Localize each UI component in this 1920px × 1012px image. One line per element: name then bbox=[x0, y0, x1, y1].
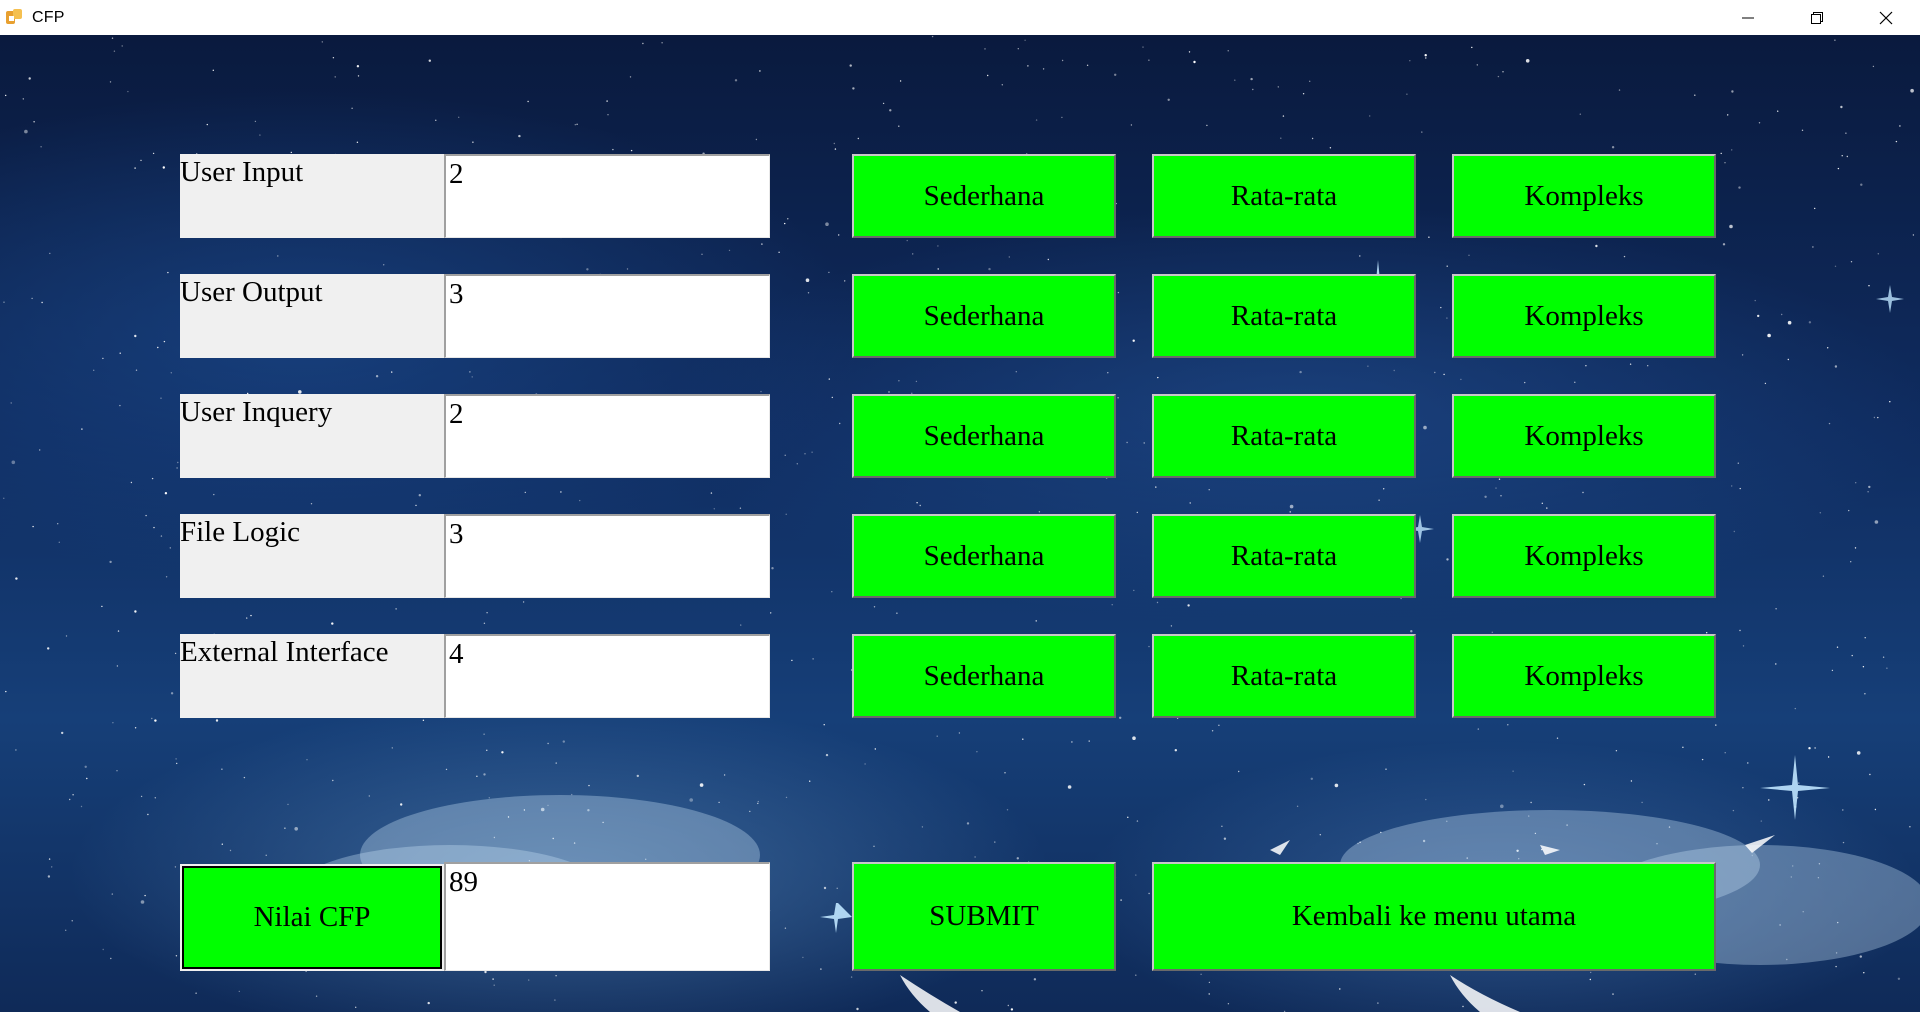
label-external-interface: External Interface bbox=[180, 634, 444, 718]
minimize-icon bbox=[1741, 17, 1754, 18]
label-user-inquery: User Inquery bbox=[180, 394, 444, 478]
submit-button[interactable]: SUBMIT bbox=[852, 862, 1116, 971]
minimize-button[interactable] bbox=[1713, 0, 1782, 35]
app-icon bbox=[4, 7, 26, 29]
app-window: CFP User Input 2 Sederhana Rata-rata Kom… bbox=[0, 0, 1920, 1012]
external-interface-complex-button[interactable]: Kompleks bbox=[1452, 634, 1716, 718]
file-logic-field[interactable]: 3 bbox=[444, 514, 770, 598]
user-output-simple-button[interactable]: Sederhana bbox=[852, 274, 1116, 358]
label-file-logic: File Logic bbox=[180, 514, 444, 598]
window-controls bbox=[1713, 0, 1920, 35]
user-inquery-simple-button[interactable]: Sederhana bbox=[852, 394, 1116, 478]
file-logic-simple-button[interactable]: Sederhana bbox=[852, 514, 1116, 598]
close-button[interactable] bbox=[1851, 0, 1920, 35]
user-input-field[interactable]: 2 bbox=[444, 154, 770, 238]
user-inquery-average-button[interactable]: Rata-rata bbox=[1152, 394, 1416, 478]
cfp-result-field[interactable]: 89 bbox=[444, 862, 770, 971]
title-bar: CFP bbox=[0, 0, 1920, 35]
restore-button[interactable] bbox=[1782, 0, 1851, 35]
user-output-field[interactable]: 3 bbox=[444, 274, 770, 358]
file-logic-complex-button[interactable]: Kompleks bbox=[1452, 514, 1716, 598]
external-interface-field[interactable]: 4 bbox=[444, 634, 770, 718]
user-input-simple-button[interactable]: Sederhana bbox=[852, 154, 1116, 238]
user-inquery-complex-button[interactable]: Kompleks bbox=[1452, 394, 1716, 478]
close-icon bbox=[1879, 11, 1892, 24]
external-interface-average-button[interactable]: Rata-rata bbox=[1152, 634, 1416, 718]
user-inquery-field[interactable]: 2 bbox=[444, 394, 770, 478]
user-input-complex-button[interactable]: Kompleks bbox=[1452, 154, 1716, 238]
user-input-average-button[interactable]: Rata-rata bbox=[1152, 154, 1416, 238]
back-to-main-menu-button[interactable]: Kembali ke menu utama bbox=[1152, 862, 1716, 971]
file-logic-average-button[interactable]: Rata-rata bbox=[1152, 514, 1416, 598]
label-user-input: User Input bbox=[180, 154, 444, 238]
user-output-complex-button[interactable]: Kompleks bbox=[1452, 274, 1716, 358]
restore-icon bbox=[1810, 11, 1823, 24]
label-user-output: User Output bbox=[180, 274, 444, 358]
window-title: CFP bbox=[32, 8, 65, 26]
user-output-average-button[interactable]: Rata-rata bbox=[1152, 274, 1416, 358]
external-interface-simple-button[interactable]: Sederhana bbox=[852, 634, 1116, 718]
nilai-cfp-button[interactable]: Nilai CFP bbox=[180, 864, 444, 971]
